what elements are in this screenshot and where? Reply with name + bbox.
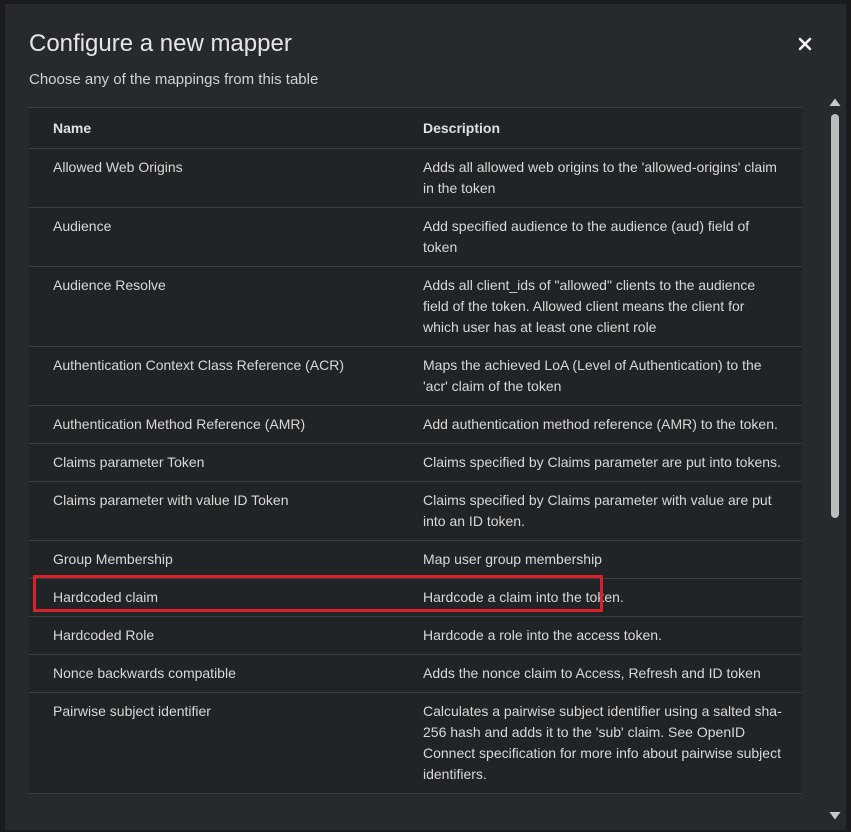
mapper-description: Hardcode a role into the access token.	[399, 616, 802, 655]
close-button[interactable]	[793, 32, 817, 56]
scrollbar-thumb[interactable]	[831, 114, 839, 518]
vertical-scrollbar[interactable]	[828, 96, 842, 826]
table-row[interactable]: Pairwise subject identifier Calculates a…	[29, 692, 802, 794]
mapper-description: Map user group membership	[399, 540, 802, 579]
mapper-description: Maps the achieved LoA (Level of Authenti…	[399, 346, 802, 406]
mapper-name[interactable]: Hardcoded claim	[29, 578, 399, 617]
mapper-name[interactable]: Authentication Context Class Reference (…	[29, 346, 399, 406]
table-row-group-membership[interactable]: Group Membership Map user group membersh…	[29, 540, 802, 579]
modal-subtitle: Choose any of the mappings from this tab…	[29, 71, 319, 88]
table-header-row: Name Description	[29, 107, 802, 149]
mapper-description: Claims specified by Claims parameter are…	[399, 443, 802, 482]
mapper-name[interactable]: Allowed Web Origins	[29, 148, 399, 208]
mapper-description: Claims specified by Claims parameter wit…	[399, 481, 802, 541]
mapper-name[interactable]: Hardcoded Role	[29, 616, 399, 655]
mapper-description: Calculates a pairwise subject identifier…	[399, 692, 802, 794]
table-body: Allowed Web Origins Adds all allowed web…	[29, 148, 802, 794]
mapper-name[interactable]: Claims parameter Token	[29, 443, 399, 482]
table-row[interactable]: Claims parameter with value ID Token Cla…	[29, 481, 802, 541]
table-row[interactable]: Hardcoded claim Hardcode a claim into th…	[29, 578, 802, 617]
mapper-description: Hardcode a claim into the token.	[399, 578, 802, 617]
configure-mapper-modal: Configure a new mapper Choose any of the…	[5, 4, 846, 830]
table-row[interactable]: Audience Resolve Adds all client_ids of …	[29, 266, 802, 347]
modal-title: Configure a new mapper	[29, 30, 292, 57]
table-row[interactable]: Claims parameter Token Claims specified …	[29, 443, 802, 482]
arrow-up-icon	[829, 98, 841, 106]
scroll-down-button[interactable]	[828, 810, 842, 822]
table-row[interactable]: Authentication Context Class Reference (…	[29, 346, 802, 406]
mapper-name[interactable]: Pairwise subject identifier	[29, 692, 399, 794]
mapper-description: Adds all allowed web origins to the 'all…	[399, 148, 802, 208]
mapper-name[interactable]: Audience Resolve	[29, 266, 399, 347]
mapper-description: Add specified audience to the audience (…	[399, 207, 802, 267]
mapper-name[interactable]: Authentication Method Reference (AMR)	[29, 405, 399, 444]
mapper-name[interactable]: Nonce backwards compatible	[29, 654, 399, 693]
mappings-table: Name Description Allowed Web Origins Add…	[29, 107, 802, 794]
table-row[interactable]: Allowed Web Origins Adds all allowed web…	[29, 148, 802, 208]
mapper-description: Add authentication method reference (AMR…	[399, 405, 802, 444]
mapper-name[interactable]: Group Membership	[29, 540, 399, 579]
mapper-description: Adds all client_ids of "allowed" clients…	[399, 266, 802, 347]
mapper-description: Adds the nonce claim to Access, Refresh …	[399, 654, 802, 693]
mappings-table-container: Name Description Allowed Web Origins Add…	[29, 107, 802, 830]
table-row[interactable]: Authentication Method Reference (AMR) Ad…	[29, 405, 802, 444]
column-header-description[interactable]: Description	[399, 107, 802, 149]
scroll-up-button[interactable]	[828, 96, 842, 108]
column-header-name[interactable]: Name	[29, 107, 399, 149]
arrow-down-icon	[829, 812, 841, 820]
table-row[interactable]: Hardcoded Role Hardcode a role into the …	[29, 616, 802, 655]
mapper-name[interactable]: Audience	[29, 207, 399, 267]
table-row[interactable]: Audience Add specified audience to the a…	[29, 207, 802, 267]
mapper-name[interactable]: Claims parameter with value ID Token	[29, 481, 399, 541]
table-row[interactable]: Nonce backwards compatible Adds the nonc…	[29, 654, 802, 693]
close-icon	[798, 37, 812, 51]
scrollbar-track[interactable]	[831, 114, 839, 806]
